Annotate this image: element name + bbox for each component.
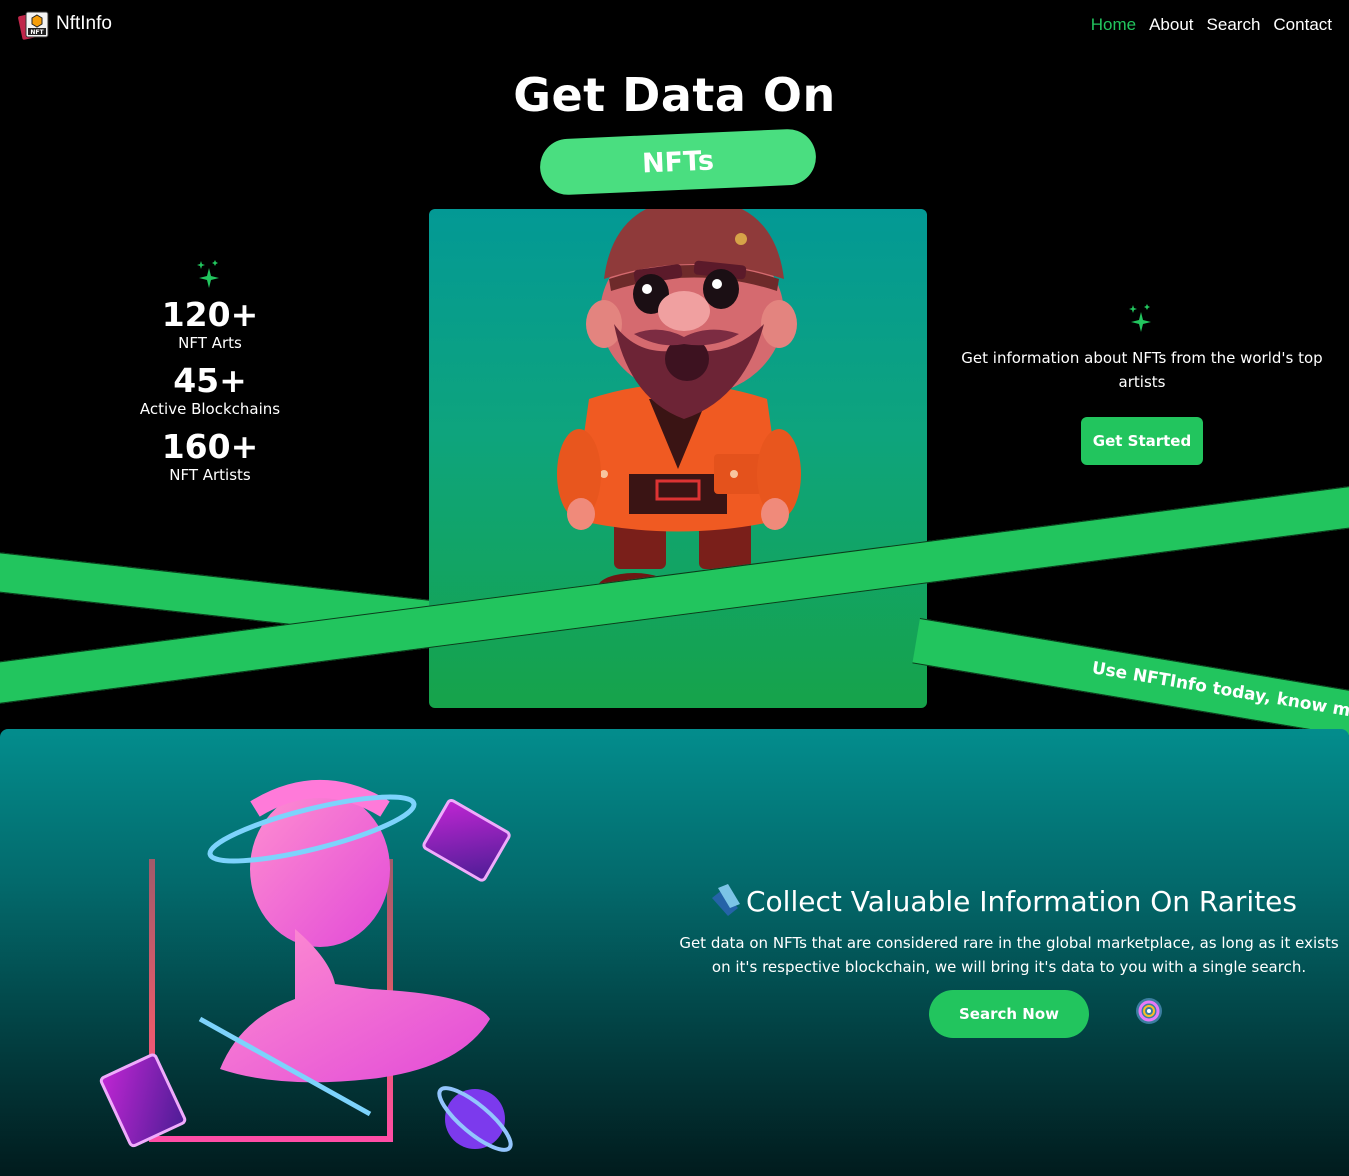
svg-text:NFT: NFT bbox=[30, 29, 44, 36]
hero-info-text: Get information about NFTs from the worl… bbox=[961, 349, 1323, 391]
navbar: NFT NftInfo Home About Search Contact bbox=[0, 0, 1349, 56]
marquee-text: Use NFTInfo today, know more bbox=[1090, 658, 1349, 727]
rarities-title: Collect Valuable Information On Rarites bbox=[746, 884, 1297, 918]
hero-info: Get information about NFTs from the worl… bbox=[960, 302, 1324, 465]
brand-name: NftInfo bbox=[56, 13, 112, 34]
stat-artists-label: NFT Artists bbox=[169, 466, 251, 484]
stats-panel: 120+ NFT Arts 45+ Active Blockchains 160… bbox=[130, 258, 290, 494]
nft-logo-icon: NFT bbox=[18, 11, 49, 40]
marquee-band: Use NFTInfo today, know more bbox=[912, 618, 1349, 743]
hero-pill: NFTs bbox=[538, 128, 818, 196]
stat-nft-arts-value: 120+ bbox=[161, 295, 259, 334]
nav-menu: Home About Search Contact bbox=[1091, 15, 1332, 35]
get-started-button[interactable]: Get Started bbox=[1081, 417, 1203, 465]
rarities-section: Collect Valuable Information On Rarites … bbox=[0, 729, 1349, 1176]
rarities-text: Get data on NFTs that are considered rar… bbox=[679, 934, 1339, 976]
search-now-button[interactable]: Search Now bbox=[929, 990, 1089, 1038]
nav-home-link[interactable]: Home bbox=[1091, 15, 1136, 35]
brand-logo[interactable]: NFT NftInfo bbox=[18, 8, 112, 40]
rarities-heading: Collect Valuable Information On Rarites bbox=[708, 884, 1297, 918]
nav-contact-link[interactable]: Contact bbox=[1273, 15, 1332, 35]
hero-title: Get Data On bbox=[513, 68, 836, 122]
stat-blockchains-label: Active Blockchains bbox=[139, 400, 281, 418]
statue-artwork-image bbox=[99, 780, 513, 1152]
stat-blockchains-value: 45+ bbox=[173, 361, 247, 400]
sparkle-icon bbox=[197, 260, 219, 288]
sparkle-icon bbox=[1129, 304, 1151, 332]
hero-pill-label: NFTs bbox=[641, 144, 715, 180]
swirl-orb-icon bbox=[1136, 998, 1162, 1024]
stat-artists-value: 160+ bbox=[161, 427, 259, 466]
nav-search-link[interactable]: Search bbox=[1207, 15, 1261, 35]
ribbon-logo-icon bbox=[712, 884, 740, 916]
nav-about-link[interactable]: About bbox=[1149, 15, 1193, 35]
stat-nft-arts-label: NFT Arts bbox=[178, 334, 242, 352]
